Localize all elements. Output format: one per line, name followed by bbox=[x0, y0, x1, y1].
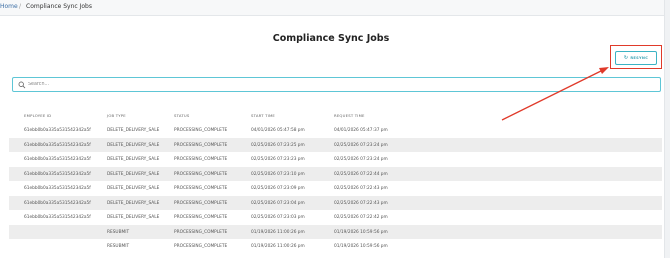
cell-request-time: 02/25/2026 07:22:42 pm bbox=[334, 215, 388, 220]
search-input[interactable] bbox=[28, 79, 648, 90]
cell-request-time: 04/01/2026 05:47:37 pm bbox=[334, 128, 388, 133]
cell-job-type: DELETE_DELIVERY_SALE bbox=[107, 200, 160, 206]
cell-job-type: DELETE_DELIVERY_SALE bbox=[107, 157, 160, 162]
cell-request-time: 02/25/2026 07:23:24 pm bbox=[334, 157, 388, 162]
cell-job-type: DELETE_DELIVERY_SALE bbox=[107, 186, 160, 191]
table-header: EMPLOYEE ID JOB TYPE STATUS START TIME R… bbox=[9, 108, 662, 123]
search-field[interactable] bbox=[12, 77, 661, 92]
cell-job-type: RESUBMIT bbox=[107, 244, 130, 249]
column-header-job-type[interactable]: JOB TYPE bbox=[107, 113, 126, 118]
cell-status: PROCESSING_COMPLETE bbox=[174, 244, 228, 249]
table-row[interactable]: RESUBMIT PROCESSING_COMPLETE 01/19/2026 11… bbox=[9, 224, 662, 239]
cell-employee-id: 61ebb0b0a335a531542342a5f bbox=[24, 157, 91, 162]
annotation-highlight-box bbox=[610, 45, 662, 69]
column-header-start-time[interactable]: START TIME bbox=[251, 113, 275, 118]
cell-status: PROCESSING_COMPLETE bbox=[174, 171, 228, 177]
cell-start-time: 01/19/2026 11:00:26 pm bbox=[251, 244, 305, 249]
cell-employee-id: 61ebb0b0a335a531542342a5f bbox=[24, 186, 91, 191]
cell-request-time: 02/25/2026 07:23:24 pm bbox=[334, 142, 388, 148]
cell-request-time: 02/25/2026 07:22:43 pm bbox=[334, 200, 388, 206]
column-header-request-time[interactable]: REQUEST TIME bbox=[334, 113, 365, 118]
table-row[interactable]: RESUBMIT PROCESSING_COMPLETE 01/19/2026 11… bbox=[9, 239, 662, 254]
table-row[interactable]: 61ebb0b0a335a531542342a5f DELETE_DELIVERY… bbox=[9, 166, 662, 181]
page-title: Compliance Sync Jobs bbox=[272, 33, 390, 44]
cell-job-type: DELETE_DELIVERY_SALE bbox=[107, 171, 160, 177]
column-header-status[interactable]: STATUS bbox=[174, 113, 189, 118]
cell-request-time: 02/25/2026 07:22:43 pm bbox=[334, 186, 388, 191]
cell-start-time: 04/01/2026 05:47:58 pm bbox=[251, 128, 305, 133]
window-edge bbox=[664, 0, 670, 258]
breadcrumb-current: Compliance Sync Jobs bbox=[26, 3, 92, 10]
search-icon bbox=[18, 81, 26, 89]
cell-start-time: 02/25/2026 07:23:09 pm bbox=[251, 186, 305, 191]
cell-start-time: 02/25/2026 07:23:25 pm bbox=[251, 142, 305, 148]
table-row[interactable]: 61ebb0b0a335a531542342a5f DELETE_DELIVERY… bbox=[9, 137, 662, 152]
cell-employee-id: 61ebb0b0a335a531542342a5f bbox=[24, 200, 91, 206]
table-row[interactable]: 61ebb0b0a335a531542342a5f DELETE_DELIVERY… bbox=[9, 210, 662, 225]
breadcrumb-home-link[interactable]: Home bbox=[0, 3, 18, 10]
table-row[interactable]: 61ebb0b0a335a531542342a5f DELETE_DELIVERY… bbox=[9, 152, 662, 167]
cell-request-time: 01/19/2026 10:59:56 pm bbox=[334, 244, 388, 249]
column-header-employee-id[interactable]: EMPLOYEE ID bbox=[24, 113, 51, 118]
cell-request-time: 02/25/2026 07:22:44 pm bbox=[334, 171, 388, 177]
table-body: 61ebb0b0a335a531542342a5f DELETE_DELIVERY… bbox=[9, 123, 662, 254]
cell-status: PROCESSING_COMPLETE bbox=[174, 215, 228, 220]
jobs-table: EMPLOYEE ID JOB TYPE STATUS START TIME R… bbox=[9, 108, 662, 254]
cell-employee-id: 61ebb0b0a335a531542342a5f bbox=[24, 171, 91, 177]
cell-employee-id: 61ebb0b0a335a531542342a5f bbox=[24, 215, 91, 220]
cell-request-time: 01/19/2026 10:59:56 pm bbox=[334, 229, 388, 235]
cell-status: PROCESSING_COMPLETE bbox=[174, 200, 228, 206]
cell-status: PROCESSING_COMPLETE bbox=[174, 186, 228, 191]
cell-job-type: RESUBMIT bbox=[107, 229, 130, 235]
table-row[interactable]: 61ebb0b0a335a531542342a5f DELETE_DELIVERY… bbox=[9, 195, 662, 210]
top-bar: Home / Compliance Sync Jobs bbox=[0, 0, 670, 16]
cell-start-time: 02/25/2026 07:23:04 pm bbox=[251, 200, 305, 206]
table-row[interactable]: 61ebb0b0a335a531542342a5f DELETE_DELIVERY… bbox=[9, 123, 662, 138]
cell-status: PROCESSING_COMPLETE bbox=[174, 157, 228, 162]
cell-status: PROCESSING_COMPLETE bbox=[174, 128, 228, 133]
cell-start-time: 02/25/2026 07:23:10 pm bbox=[251, 171, 305, 177]
cell-start-time: 01/19/2026 11:00:26 pm bbox=[251, 229, 305, 235]
cell-start-time: 02/25/2026 07:23:23 pm bbox=[251, 157, 305, 162]
cell-employee-id: 61ebb0b0a335a531542342a5f bbox=[24, 128, 91, 133]
cell-job-type: DELETE_DELIVERY_SALE bbox=[107, 215, 160, 220]
table-row[interactable]: 61ebb0b0a335a531542342a5f DELETE_DELIVERY… bbox=[9, 181, 662, 196]
breadcrumb-separator: / bbox=[19, 3, 22, 10]
cell-job-type: DELETE_DELIVERY_SALE bbox=[107, 142, 160, 148]
cell-employee-id: 61ebb0b0a335a531542342a5f bbox=[24, 142, 91, 148]
cell-status: PROCESSING_COMPLETE bbox=[174, 142, 228, 148]
cell-status: PROCESSING_COMPLETE bbox=[174, 229, 228, 235]
cell-job-type: DELETE_DELIVERY_SALE bbox=[107, 128, 160, 133]
cell-start-time: 02/25/2026 07:23:03 pm bbox=[251, 215, 305, 220]
